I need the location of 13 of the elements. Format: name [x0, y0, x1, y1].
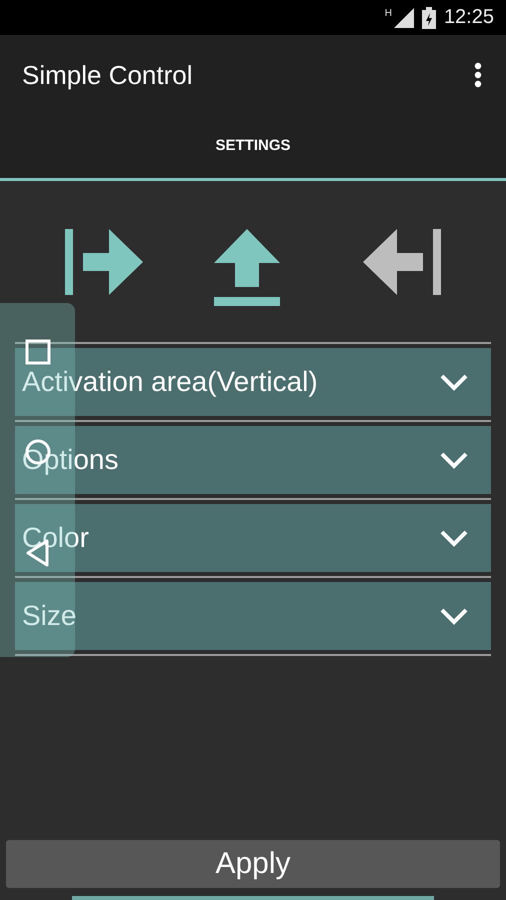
- section-header[interactable]: Activation area(Vertical): [15, 348, 491, 416]
- network-type: H: [384, 8, 392, 19]
- app-title: Simple Control: [22, 60, 193, 90]
- signal-icon: [394, 8, 414, 28]
- battery-icon: [422, 6, 436, 28]
- chevron-icon: [439, 372, 469, 392]
- section-header[interactable]: Size: [15, 582, 491, 650]
- clock: 12:25: [444, 6, 494, 29]
- chevron-icon: [439, 606, 469, 626]
- chevron-icon: [439, 450, 469, 470]
- apply-button[interactable]: Apply: [6, 840, 500, 888]
- chevron-icon: [439, 528, 469, 548]
- section-header[interactable]: Color: [15, 504, 491, 572]
